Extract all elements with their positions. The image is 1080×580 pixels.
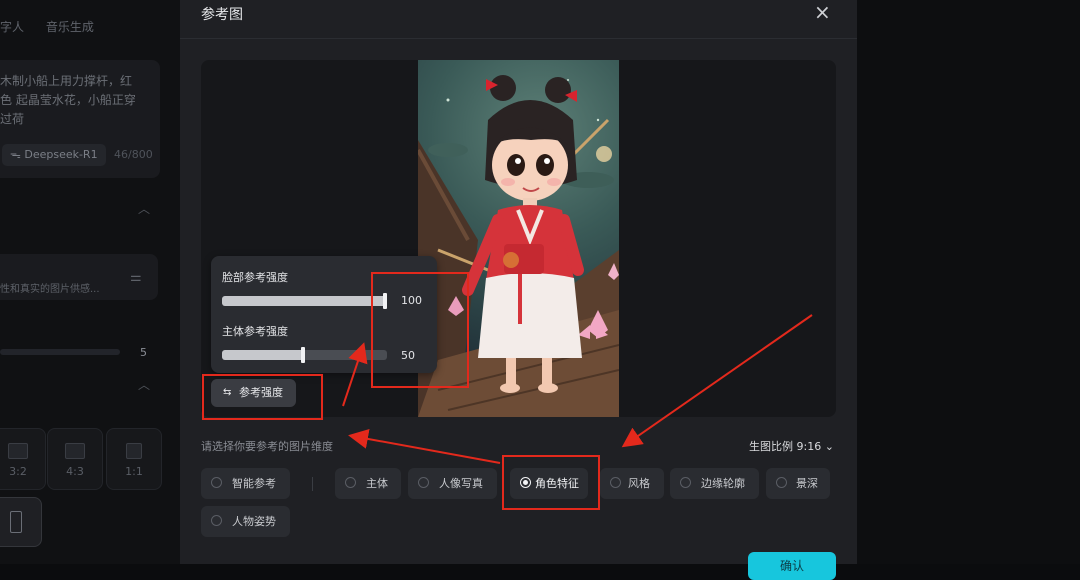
arrow-to-values — [342, 342, 368, 407]
arrow-to-option — [621, 314, 813, 448]
arrow-to-hint — [348, 429, 501, 464]
annotation-arrows — [342, 314, 813, 464]
